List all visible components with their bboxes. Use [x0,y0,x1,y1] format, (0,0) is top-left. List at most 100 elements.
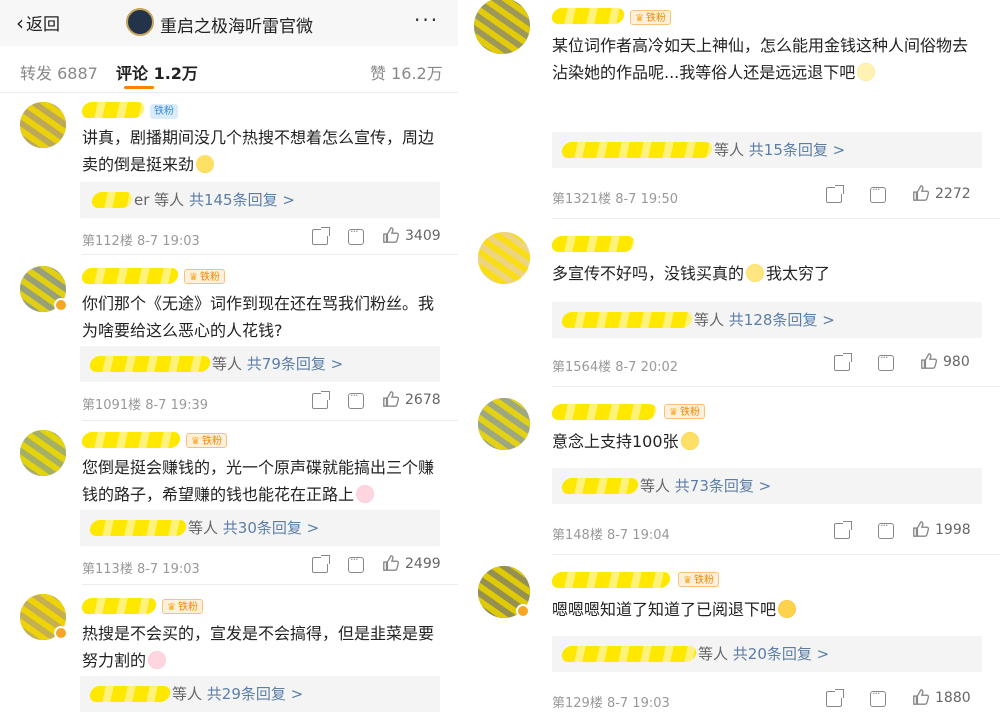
redacted-username[interactable] [80,598,158,614]
avatar[interactable] [474,0,530,54]
comment-body: 您倒是挺会赚钱的，光一个原声碟就能搞出三个赚钱的路子，希望赚的钱也能花在正路上 [82,458,435,504]
crown-icon: ♛ [189,272,198,283]
avatar[interactable] [20,430,66,476]
fan-badge: ♛ 铁粉 [630,10,671,25]
reply-count-link[interactable]: 共73条回复 > [675,477,771,495]
tab-comments[interactable]: 评论 1.2万 [116,60,198,84]
like-count: 2272 [935,186,971,202]
floor-time: 第1564楼 8-7 20:02 [552,360,679,375]
like-button[interactable]: 2272 [912,184,971,202]
more-options-icon[interactable]: ··· [414,8,439,32]
reply-summary[interactable]: 等人 共128条回复 > [552,302,982,338]
comment-icon[interactable] [870,687,886,708]
avatar[interactable] [478,232,530,284]
like-button[interactable]: 1880 [912,688,971,706]
comment-icon[interactable] [348,225,364,246]
pig-emoji-icon [356,485,375,503]
share-icon[interactable] [312,391,330,410]
crown-icon: ♛ [635,13,644,24]
tab-likes[interactable]: 赞 16.2万 [370,60,443,84]
fan-badge: ♛ 铁粉 [186,433,227,448]
redacted-username[interactable] [550,236,636,252]
share-icon[interactable] [834,353,852,372]
floor-time: 第112楼 8-7 19:03 [82,234,200,249]
comment-icon[interactable] [878,351,894,372]
comment-text: 热搜是不会买的，宣发是不会搞得，但是韭菜是要努力割的 [82,620,440,674]
comment-icon[interactable] [348,553,364,574]
comment-glyph [348,553,364,573]
avatar[interactable] [20,102,66,148]
tab-reposts[interactable]: 转发 6887 [20,60,98,84]
reply-count-link[interactable]: 共128条回复 > [729,311,835,329]
back-button[interactable]: ‹ 返回 [16,10,60,35]
share-icon[interactable] [826,689,844,708]
share-glyph [834,521,852,539]
like-count: 1998 [935,522,971,538]
comment-text: 讲真，剧播期间没几个热搜不想着怎么宣传，周边卖的倒是挺来劲 [82,124,440,178]
like-button[interactable]: 2678 [382,390,441,408]
divider [552,218,1000,219]
comment-icon[interactable] [870,183,886,204]
fan-badge-label: 铁粉 [645,13,666,24]
back-label: 返回 [26,15,60,35]
redacted-username[interactable] [80,268,180,284]
like-count: 2678 [405,392,441,408]
reply-suffix: 等人 [694,311,725,329]
share-icon[interactable] [834,521,852,540]
reply-suffix: 等人 [698,645,729,663]
comment-body: 热搜是不会买的，宣发是不会搞得，但是韭菜是要努力割的 [82,624,435,670]
comment-body: 讲真，剧播期间没几个热搜不想着怎么宣传，周边卖的倒是挺来劲 [82,128,435,174]
redacted-username[interactable] [550,572,672,588]
redacted-replier [560,312,694,328]
reply-summary[interactable]: 等人 共30条回复 > [80,510,440,546]
floor-time: 第113楼 8-7 19:03 [82,562,200,577]
reply-count-link[interactable]: 共15条回复 > [749,141,845,159]
comment-glyph [348,225,364,245]
divider [82,584,458,585]
divider [82,420,458,421]
redacted-username[interactable] [550,404,658,420]
share-icon[interactable] [312,227,330,246]
laugh-emoji-icon [196,155,215,173]
reply-count-link[interactable]: 共20条回复 > [733,645,829,663]
like-button[interactable]: 1998 [912,520,971,538]
fan-badge: ♛ 铁粉 [678,572,719,587]
redacted-replier [560,142,714,158]
share-glyph [312,227,330,245]
redacted-username[interactable] [80,102,146,118]
comment-icon[interactable] [348,389,364,410]
shock-emoji-icon [680,432,699,450]
reply-summary[interactable]: 等人 共79条回复 > [80,346,440,382]
like-count: 3409 [405,228,441,244]
crown-icon: ♛ [191,436,200,447]
redacted-username[interactable] [80,432,182,448]
reply-suffix: 等人 [640,477,671,495]
yum-emoji-icon [778,600,797,618]
comment-text: 您倒是挺会赚钱的，光一个原声碟就能搞出三个赚钱的路子，希望赚的钱也能花在正路上 [82,454,440,508]
like-button[interactable]: 980 [920,352,970,370]
account-title[interactable]: 重启之极海听雷官微 [160,12,313,37]
comment-icon[interactable] [878,519,894,540]
like-button[interactable]: 3409 [382,226,441,244]
thumbs-up-icon [913,521,930,537]
screenshot-gap [458,0,468,721]
like-button[interactable]: 2499 [382,554,441,572]
reply-summary[interactable]: 等人 共73条回复 > [552,468,982,504]
crown-icon: ♛ [669,407,678,418]
redacted-username[interactable] [550,8,626,24]
reply-summary[interactable]: er 等人 共145条回复 > [80,182,440,218]
reply-count-link[interactable]: 共145条回复 > [189,191,295,209]
avatar[interactable] [478,398,530,450]
share-icon[interactable] [312,555,330,574]
comment-glyph [878,351,894,371]
account-avatar[interactable] [126,8,154,36]
reply-count-link[interactable]: 共30条回复 > [223,519,319,537]
reply-summary[interactable]: 等人 共15条回复 > [552,132,982,168]
reply-summary[interactable]: 等人 共29条回复 > [80,676,440,712]
reply-summary[interactable]: 等人 共20条回复 > [552,636,982,672]
thumbs-up-icon [383,391,400,407]
reply-suffix: 等人 [714,141,745,159]
reply-count-link[interactable]: 共29条回复 > [207,685,303,703]
share-icon[interactable] [826,185,844,204]
reply-count-link[interactable]: 共79条回复 > [247,355,343,373]
